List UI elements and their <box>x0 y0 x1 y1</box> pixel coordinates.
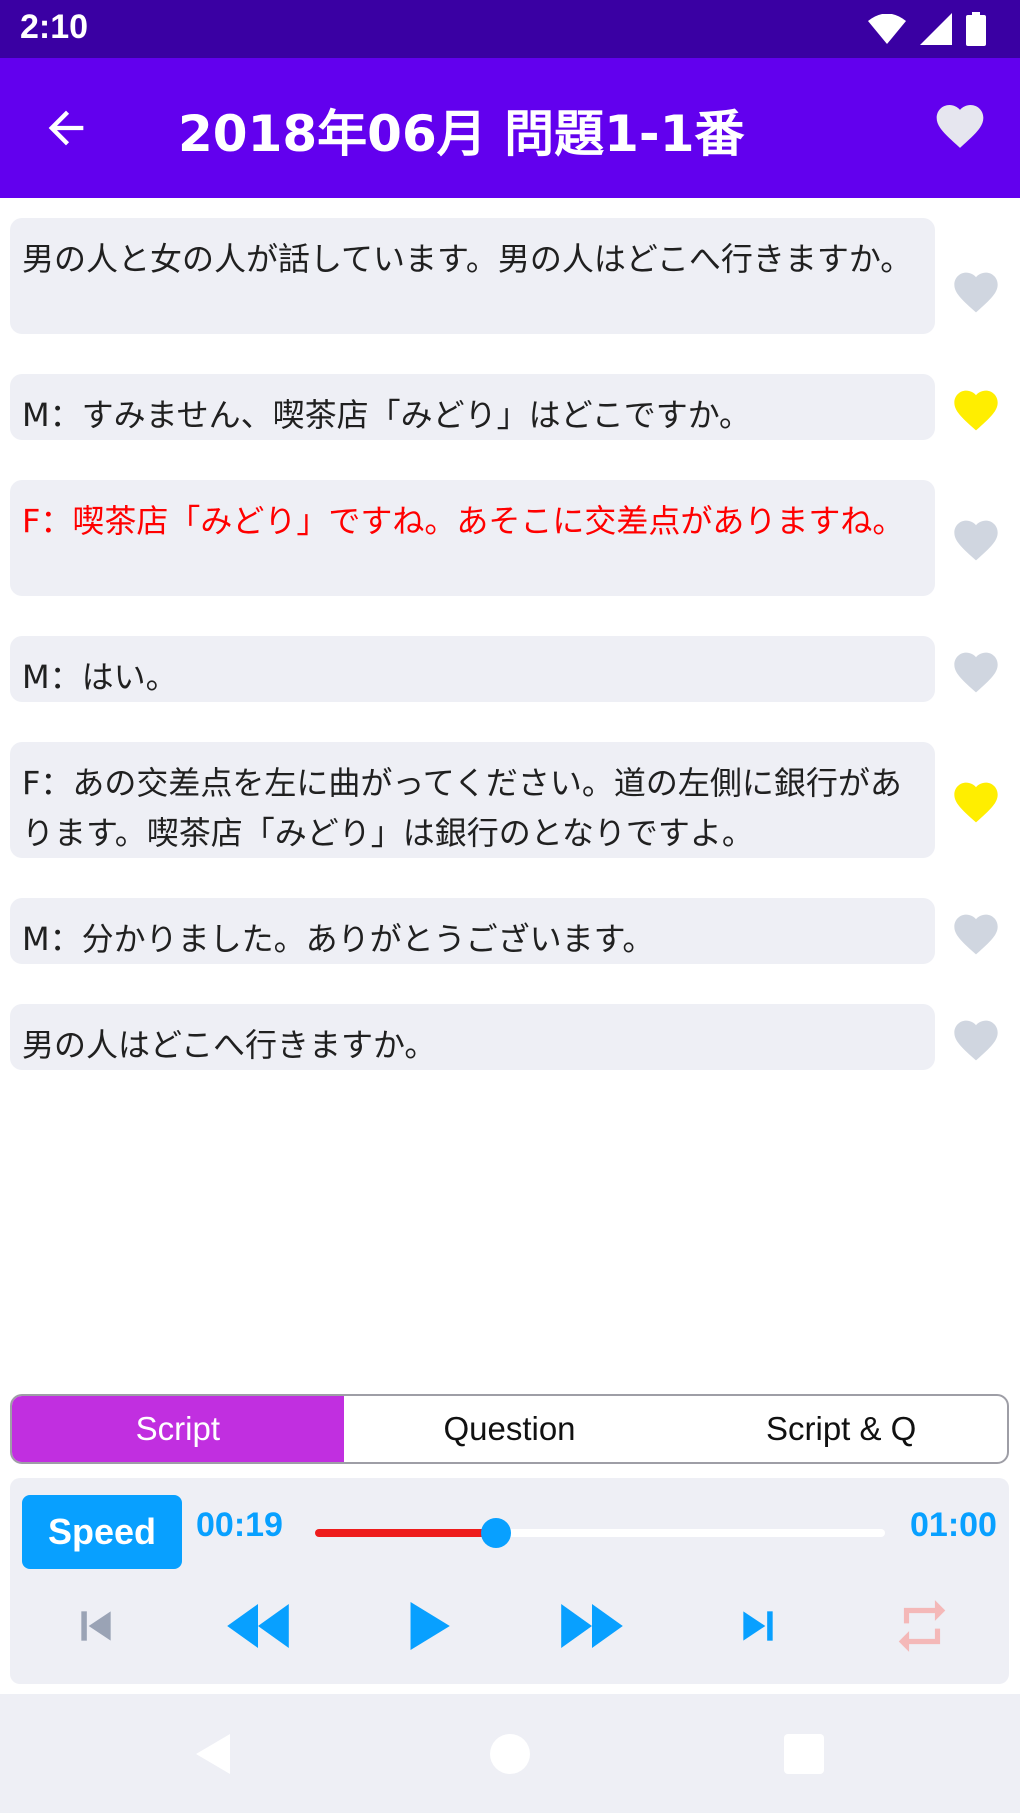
heart-icon[interactable] <box>950 514 1002 562</box>
page-title: 2018年06月 問題1-1番 <box>178 105 745 163</box>
seek-bar-thumb[interactable] <box>480 1518 511 1548</box>
nav-back-icon[interactable] <box>190 1730 238 1778</box>
tab-script[interactable]: Script <box>12 1396 344 1462</box>
signal-icon <box>920 13 952 45</box>
nav-home-icon[interactable] <box>486 1730 534 1778</box>
play-button[interactable] <box>396 1594 460 1658</box>
view-mode-tabs: Script Question Script & Q <box>10 1394 1009 1464</box>
repeat-button[interactable] <box>890 1594 954 1658</box>
heart-icon[interactable] <box>950 646 1002 694</box>
script-line-text[interactable]: M：はい。 <box>10 636 935 702</box>
tab-script-and-q[interactable]: Script & Q <box>675 1396 1007 1462</box>
rewind-button[interactable] <box>226 1594 290 1658</box>
script-line-text[interactable]: M：すみません、喫茶店「みどり」はどこですか。 <box>10 374 935 440</box>
current-time: 00:19 <box>196 1506 283 1544</box>
fast-rewind-icon <box>227 1604 289 1648</box>
heart-icon[interactable] <box>950 908 1002 956</box>
script-line-text[interactable]: 男の人はどこへ行きますか。 <box>10 1004 935 1070</box>
repeat-icon <box>898 1600 946 1652</box>
skip-next-icon <box>743 1611 773 1641</box>
wifi-icon <box>868 14 906 44</box>
heart-icon[interactable] <box>950 1014 1002 1062</box>
heart-icon <box>936 105 984 148</box>
script-line-text[interactable]: 男の人と女の人が話しています。男の人はどこへ行きますか。 <box>10 218 935 334</box>
arrow-back-icon <box>48 110 84 146</box>
back-button[interactable] <box>40 102 92 154</box>
speed-button[interactable]: Speed <box>22 1495 182 1569</box>
play-icon <box>410 1602 450 1650</box>
seek-bar-progress <box>315 1529 496 1537</box>
script-line-text[interactable]: F：喫茶店「みどり」ですね。あそこに交差点がありますね。 <box>10 480 935 596</box>
seek-bar[interactable] <box>315 1518 885 1548</box>
battery-icon <box>966 12 986 46</box>
app-bar: 2018年06月 問題1-1番 <box>0 58 1020 198</box>
heart-icon[interactable] <box>950 776 1002 824</box>
skip-previous-icon <box>81 1611 111 1641</box>
fast-forward-icon <box>561 1604 623 1648</box>
favorite-button[interactable] <box>932 98 988 154</box>
skip-previous-button[interactable] <box>64 1594 128 1658</box>
heart-icon[interactable] <box>950 266 1002 314</box>
heart-icon[interactable] <box>950 384 1002 432</box>
nav-recents-icon[interactable] <box>780 1730 828 1778</box>
status-bar: 2:10 <box>0 0 1020 58</box>
script-line-text[interactable]: F：あの交差点を左に曲がってください。道の左側に銀行があります。喫茶店「みどり」… <box>10 742 935 858</box>
skip-next-button[interactable] <box>726 1594 790 1658</box>
forward-button[interactable] <box>560 1594 624 1658</box>
script-line-text[interactable]: M：分かりました。ありがとうございます。 <box>10 898 935 964</box>
audio-player: Speed 00:19 01:00 <box>10 1478 1009 1684</box>
status-time: 2:10 <box>20 8 89 46</box>
total-time: 01:00 <box>910 1506 997 1544</box>
status-icons <box>868 12 986 46</box>
tab-question[interactable]: Question <box>344 1396 676 1462</box>
system-nav-bar <box>0 1694 1020 1813</box>
